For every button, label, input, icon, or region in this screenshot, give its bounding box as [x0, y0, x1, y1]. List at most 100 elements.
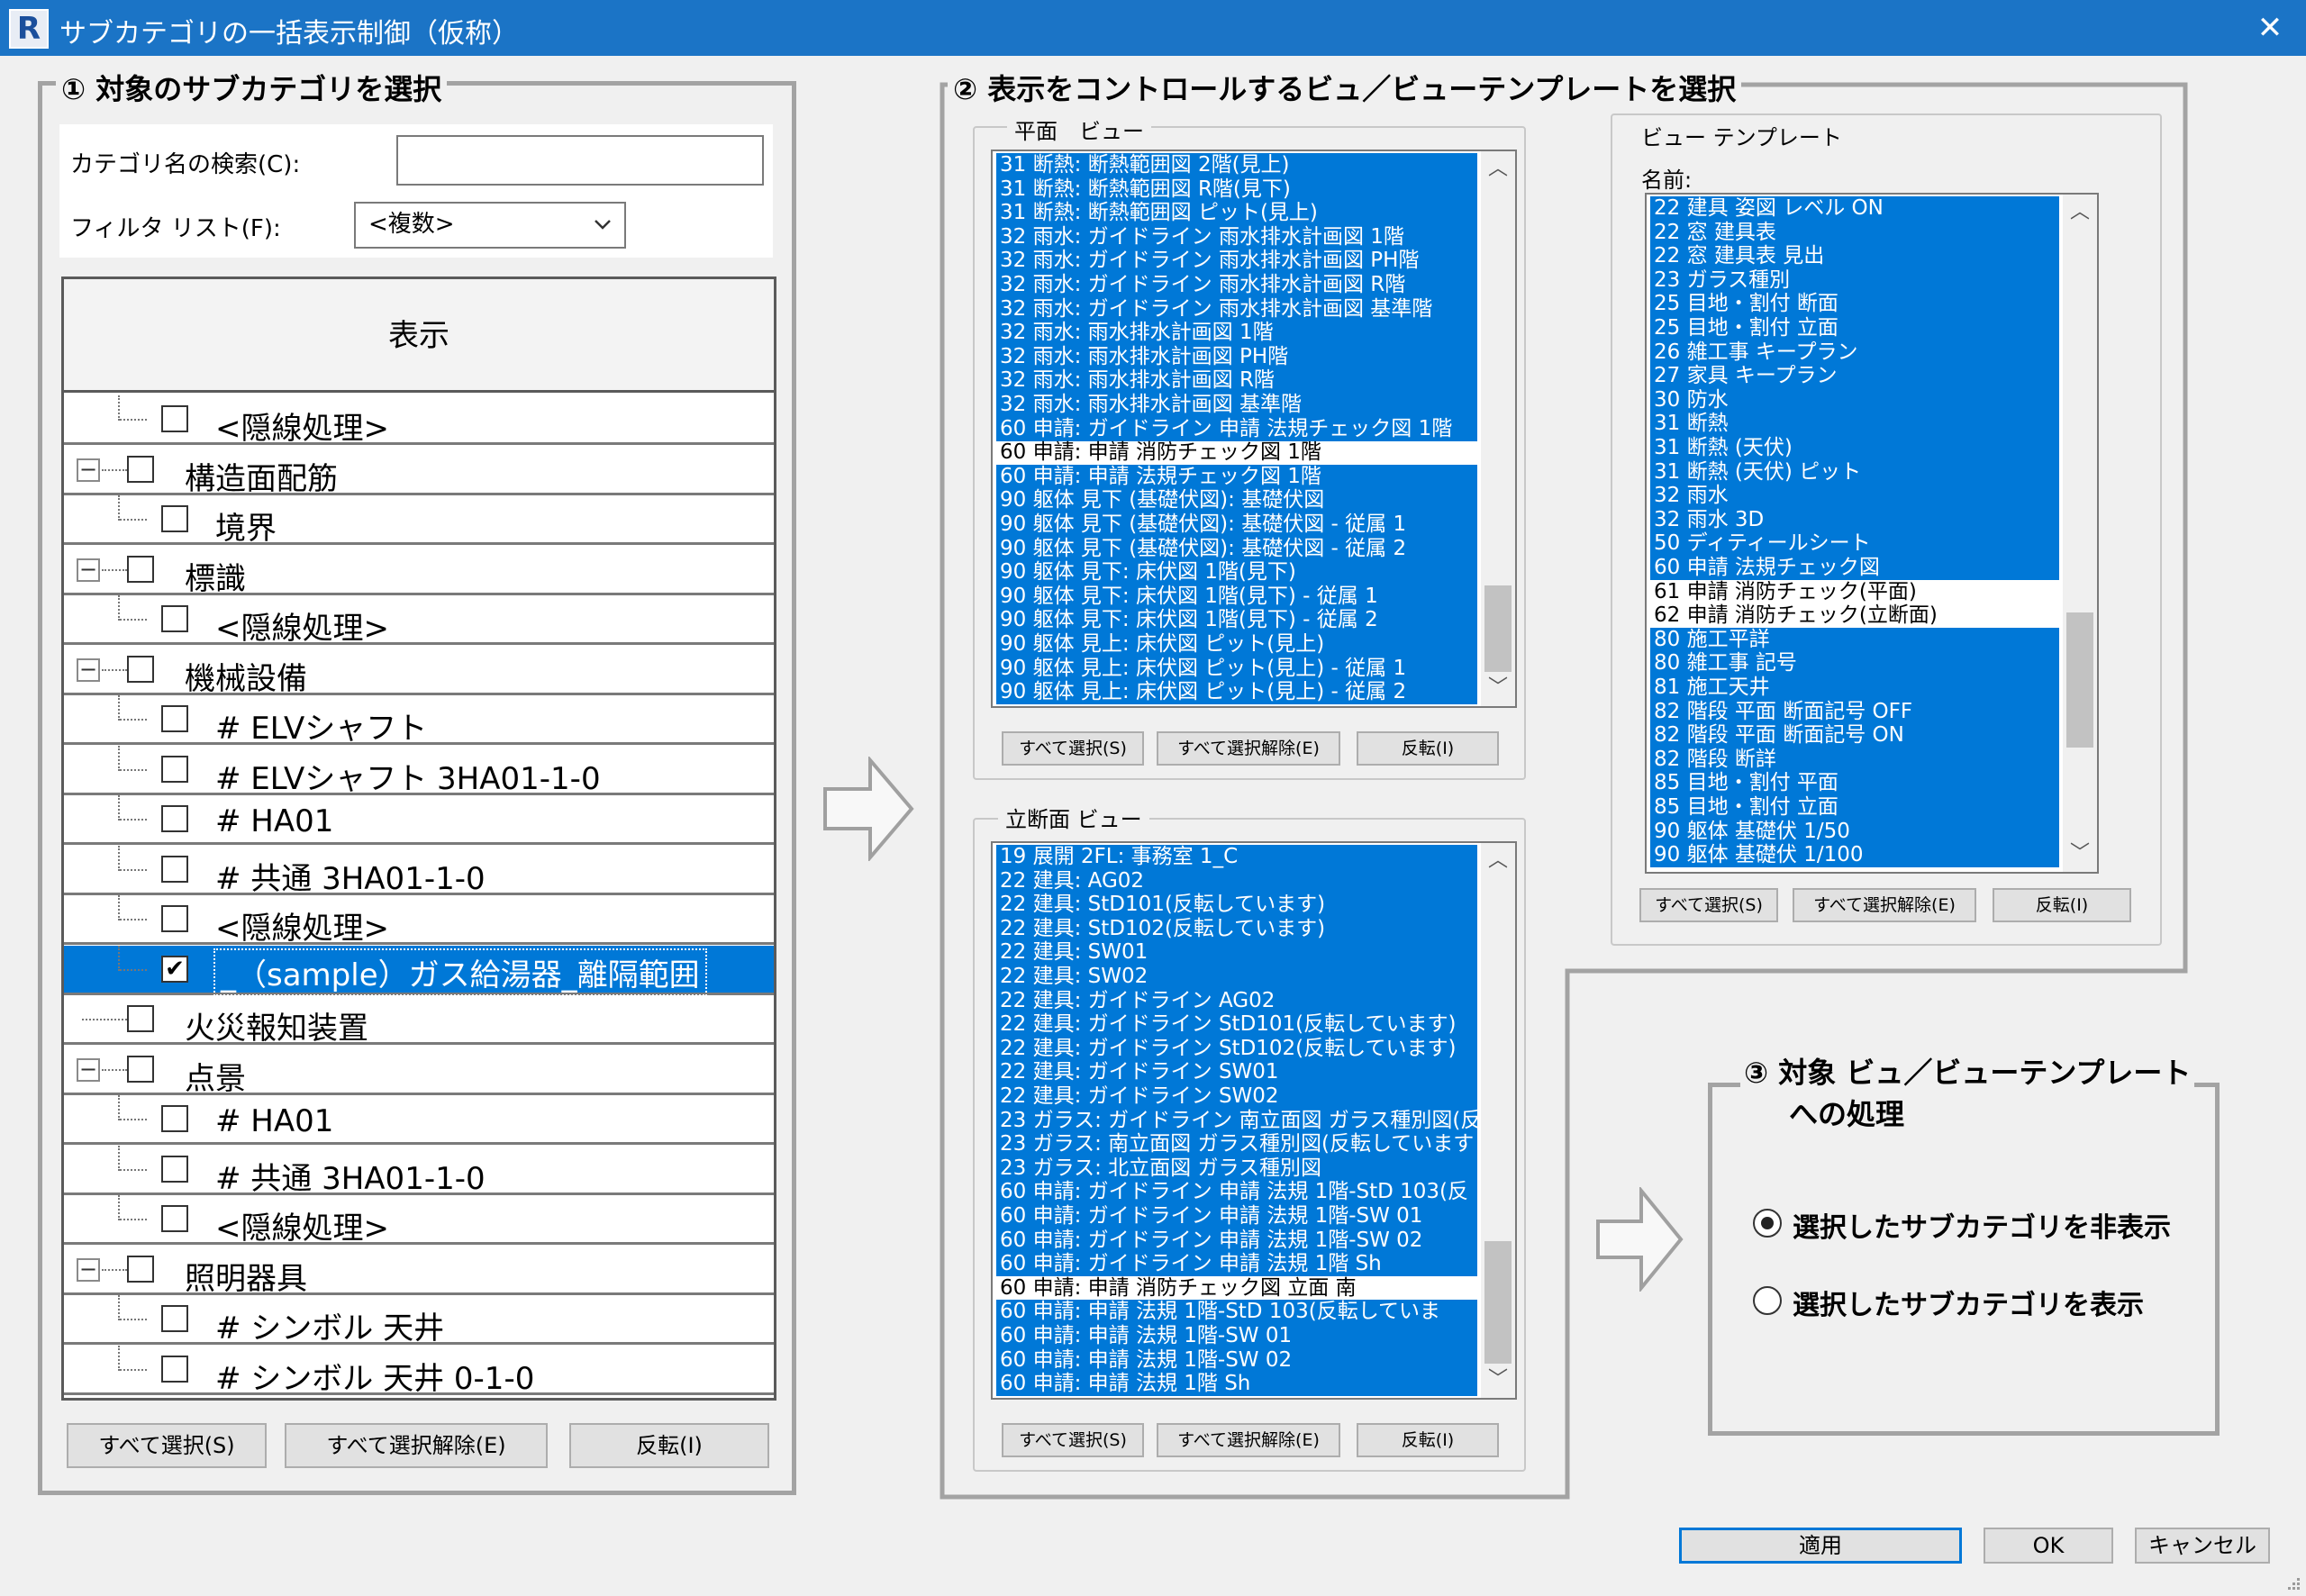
list-item[interactable]: 82 階段 平面 断面記号 ON: [1650, 723, 2059, 748]
list-item[interactable]: 60 申請: ガイドライン 申請 法規 1階 Sh: [996, 1252, 1477, 1276]
scroll-down-icon[interactable]: ﹀: [1481, 1362, 1515, 1398]
list-item[interactable]: 60 申請: ガイドライン 申請 法規 1階-StD 103(反: [996, 1180, 1477, 1204]
list-item[interactable]: 32 雨水 3D: [1650, 508, 2059, 532]
scroll-up-icon[interactable]: ︿: [1481, 151, 1515, 187]
visibility-checkbox[interactable]: [127, 556, 154, 583]
visibility-checkbox[interactable]: [127, 1056, 154, 1083]
list-item[interactable]: 22 建具: SW01: [996, 940, 1477, 965]
list-item[interactable]: 22 建具: ガイドライン AG02: [996, 989, 1477, 1013]
list-item[interactable]: 25 目地・割付 断面: [1650, 292, 2059, 316]
tree-subcategory-row[interactable]: # 共通 3HA01-1-0: [64, 846, 774, 897]
subcategory-tree[interactable]: 表示 <隠線処理> − 構造面配筋 境界 − 標識 <隠線処理> − 機械設備 # ELVシャフト…: [61, 277, 776, 1401]
visibility-checkbox[interactable]: [161, 1156, 188, 1183]
list-item[interactable]: 32 雨水: ガイドライン 雨水排水計画図 R階: [996, 273, 1477, 297]
visibility-checkbox[interactable]: [127, 456, 154, 483]
tree-subcategory-row[interactable]: ✔ _（sample）ガス給湯器_離隔範囲: [64, 946, 774, 996]
apply-button[interactable]: 適用: [1679, 1528, 1962, 1564]
tree-subcategory-row[interactable]: <隠線処理>: [64, 595, 774, 647]
list-item[interactable]: 90 躯体 基礎伏 1/50: [1650, 820, 2059, 844]
collapse-icon[interactable]: −: [77, 658, 100, 682]
list-item[interactable]: 30 防水: [1650, 388, 2059, 413]
visibility-checkbox[interactable]: ✔: [161, 956, 188, 983]
list-item[interactable]: 82 階段 平面 断面記号 OFF: [1650, 700, 2059, 724]
tree-subcategory-row[interactable]: # HA01: [64, 795, 774, 845]
list-item[interactable]: 90 躯体 見下: 床伏図 1階(見下): [996, 560, 1477, 585]
visibility-checkbox[interactable]: [127, 656, 154, 683]
plan-views-list[interactable]: 31 断熱: 断熱範囲図 2階(見上) 31 断熱: 断熱範囲図 R階(見下) 31…: [991, 150, 1517, 708]
scroll-up-icon[interactable]: ︿: [2063, 195, 2097, 231]
list-item[interactable]: 22 窓 建具表 見出: [1650, 244, 2059, 268]
collapse-icon[interactable]: −: [77, 1058, 100, 1082]
list-item[interactable]: 90 躯体 見上: 床伏図 ピット(見上) - 従属 1: [996, 657, 1477, 681]
visibility-checkbox[interactable]: [161, 1305, 188, 1332]
hide-radio[interactable]: [1753, 1209, 1782, 1238]
list-item[interactable]: 90 躯体 見上: 床伏図 ピット(見上): [996, 632, 1477, 657]
list-item[interactable]: 85 目地・割付 立面: [1650, 795, 2059, 820]
cancel-button[interactable]: キャンセル: [2135, 1528, 2270, 1564]
elevation-invert-button[interactable]: 反転(I): [1357, 1423, 1499, 1457]
tree-category-row[interactable]: − 構造面配筋: [64, 446, 774, 497]
scroll-down-icon[interactable]: ﹀: [2063, 836, 2097, 872]
tree-subcategory-row[interactable]: 境界: [64, 495, 774, 547]
view-templates-list[interactable]: 22 建具 姿図 レベル ON 22 窓 建具表 22 窓 建具表 見出 23 ガラス…: [1645, 193, 2099, 874]
close-button[interactable]: ✕: [2243, 4, 2297, 52]
tree-category-row[interactable]: − 標識: [64, 546, 774, 597]
tree-category-row[interactable]: 火災報知装置: [64, 995, 774, 1047]
list-item[interactable]: 31 断熱 (天伏): [1650, 436, 2059, 460]
list-item[interactable]: 60 申請: 申請 法規チェック図 1階: [996, 465, 1477, 489]
list-item[interactable]: 32 雨水: [1650, 484, 2059, 508]
list-item[interactable]: 90 躯体 見下: 床伏図 1階(見下) - 従属 2: [996, 608, 1477, 632]
list-item[interactable]: 23 ガラス種別: [1650, 268, 2059, 293]
visibility-checkbox[interactable]: [161, 405, 188, 432]
list-item[interactable]: 31 断熱: 断熱範囲図 2階(見上): [996, 153, 1477, 177]
plan-invert-button[interactable]: 反転(I): [1357, 731, 1499, 766]
select-all-button[interactable]: すべて選択(S): [67, 1423, 267, 1468]
list-item[interactable]: 31 断熱: 断熱範囲図 ピット(見上): [996, 201, 1477, 225]
tree-subcategory-row[interactable]: <隠線処理>: [64, 1195, 774, 1247]
list-item[interactable]: 31 断熱: [1650, 412, 2059, 436]
template-select-all-button[interactable]: すべて選択(S): [1639, 888, 1778, 922]
list-item[interactable]: 60 申請: 申請 消防チェック図 1階: [996, 440, 1477, 465]
list-item[interactable]: 85 目地・割付 平面: [1650, 771, 2059, 795]
elevation-views-scroll-thumb[interactable]: [1484, 1241, 1512, 1364]
list-item[interactable]: 90 躯体 見上: 床伏図 ピット(見上) - 従属 2: [996, 680, 1477, 704]
list-item[interactable]: 22 建具: StD101(反転しています): [996, 893, 1477, 917]
visibility-checkbox[interactable]: [161, 856, 188, 883]
list-item[interactable]: 32 雨水: 雨水排水計画図 PH階: [996, 345, 1477, 369]
list-item[interactable]: 22 窓 建具表: [1650, 221, 2059, 245]
tree-subcategory-row[interactable]: # ELVシャフト: [64, 695, 774, 747]
list-item[interactable]: 50 ディティールシート: [1650, 531, 2059, 556]
visibility-checkbox[interactable]: [127, 1005, 154, 1032]
template-invert-button[interactable]: 反転(I): [1993, 888, 2131, 922]
resize-grip-icon[interactable]: [2284, 1574, 2302, 1592]
list-item[interactable]: 32 雨水: ガイドライン 雨水排水計画図 基準階: [996, 297, 1477, 322]
list-item[interactable]: 32 雨水: ガイドライン 雨水排水計画図 PH階: [996, 249, 1477, 273]
visibility-checkbox[interactable]: [161, 1205, 188, 1232]
list-item[interactable]: 22 建具: SW02: [996, 965, 1477, 989]
filter-list-select[interactable]: <複数>: [354, 202, 626, 249]
list-item[interactable]: 22 建具: AG02: [996, 869, 1477, 893]
list-item[interactable]: 60 申請: 申請 法規 1階-SW 01: [996, 1324, 1477, 1348]
tree-subcategory-row[interactable]: # 共通 3HA01-1-0: [64, 1146, 774, 1197]
scroll-up-icon[interactable]: ︿: [1481, 843, 1515, 879]
list-item[interactable]: 26 雑工事 キープラン: [1650, 340, 2059, 365]
plan-deselect-all-button[interactable]: すべて選択解除(E): [1157, 731, 1340, 766]
view-templates-scroll-thumb[interactable]: [2066, 612, 2093, 748]
list-item[interactable]: 22 建具: ガイドライン StD102(反転しています): [996, 1037, 1477, 1061]
list-item[interactable]: 81 施工天井: [1650, 676, 2059, 700]
view-templates-scrollbar[interactable]: ︿ ﹀: [2063, 195, 2097, 872]
list-item[interactable]: 62 申請 消防チェック(立断面): [1650, 603, 2059, 628]
list-item[interactable]: 90 躯体 見下 (基礎伏図): 基礎伏図: [996, 488, 1477, 512]
list-item[interactable]: 19 展開 2FL: 事務室 1_C: [996, 845, 1477, 869]
list-item[interactable]: 61 申請 消防チェック(平面): [1650, 580, 2059, 604]
visibility-checkbox[interactable]: [127, 1256, 154, 1283]
visibility-checkbox[interactable]: [161, 505, 188, 532]
collapse-icon[interactable]: −: [77, 558, 100, 582]
list-item[interactable]: 90 躯体 見下 (基礎伏図): 基礎伏図 - 従属 1: [996, 512, 1477, 537]
list-item[interactable]: 22 建具: StD102(反転しています): [996, 917, 1477, 941]
tree-subcategory-row[interactable]: <隠線処理>: [64, 395, 774, 447]
list-item[interactable]: 90 躯体 基礎伏 1/100: [1650, 843, 2059, 867]
list-item[interactable]: 60 申請: ガイドライン 申請 法規 1階-SW 02: [996, 1229, 1477, 1253]
hide-option-label[interactable]: 選択したサブカテゴリを非表示: [1793, 1205, 2171, 1245]
list-item[interactable]: 32 雨水: ガイドライン 雨水排水計画図 1階: [996, 225, 1477, 249]
